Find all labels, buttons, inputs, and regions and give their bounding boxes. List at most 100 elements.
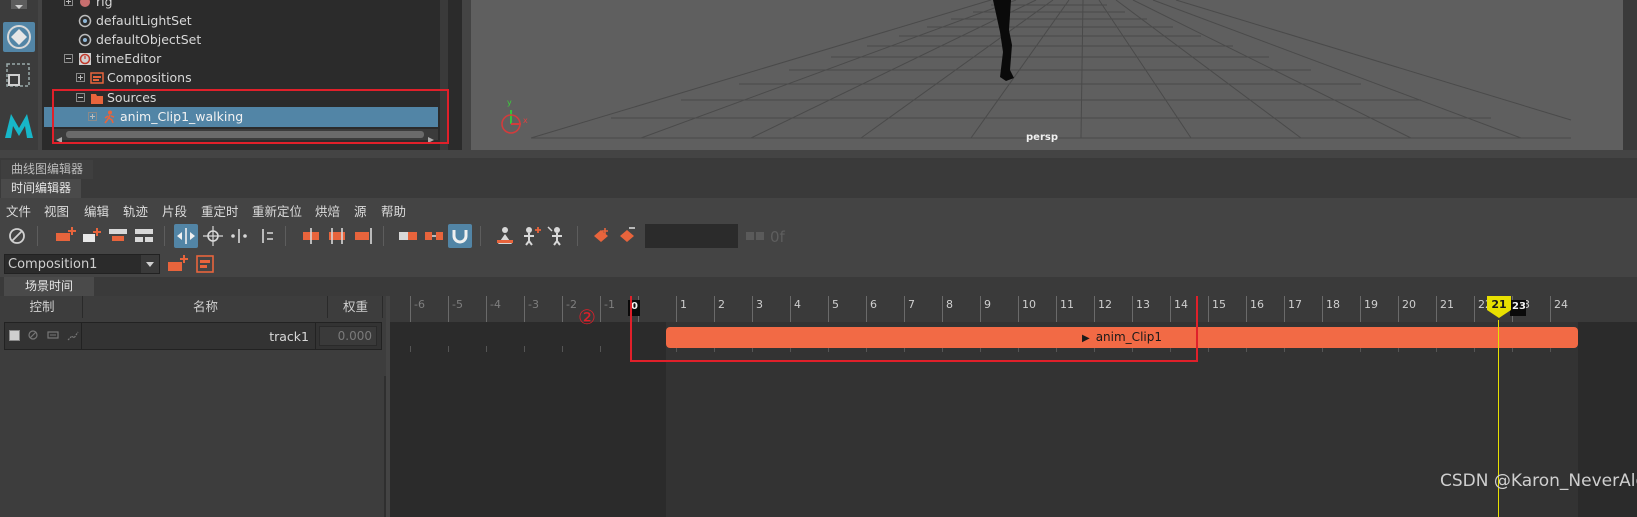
compositions-icon xyxy=(90,71,104,85)
menu-retime[interactable]: 重定时 xyxy=(201,201,239,220)
3d-viewport[interactable]: y x persp xyxy=(471,0,1623,150)
rig-icon xyxy=(78,0,92,9)
outliner-item-compositions[interactable]: Compositions xyxy=(42,68,462,88)
menu-relocate[interactable]: 重新定位 xyxy=(252,201,302,220)
outliner-item-defaultobjectset[interactable]: defaultObjectSet xyxy=(42,30,462,50)
scale-tool-icon[interactable] xyxy=(3,60,35,90)
tool-strip xyxy=(0,0,38,150)
ruler-tick xyxy=(562,296,563,322)
align-left-icon[interactable] xyxy=(299,224,323,248)
mute-all-icon[interactable] xyxy=(5,224,29,248)
highlight-box-clip xyxy=(630,296,1198,362)
playhead-marker[interactable]: 21 xyxy=(1487,296,1511,318)
group-icon[interactable] xyxy=(106,224,130,248)
ruler-tick xyxy=(600,296,601,322)
track-name[interactable]: track1 xyxy=(269,329,309,344)
maya-logo-icon xyxy=(3,110,35,140)
trim-clip-icon[interactable] xyxy=(227,224,251,248)
disabled-keyframe-icon xyxy=(743,224,767,248)
rotate-tool-icon[interactable] xyxy=(3,22,35,52)
ruler-tick-label: -6 xyxy=(414,298,425,311)
menu-clip[interactable]: 片段 xyxy=(162,201,187,220)
split-clip-icon[interactable] xyxy=(253,224,277,248)
track-list-panel: 控制 名称 权重 track1 0.000 xyxy=(0,296,386,517)
blend-icon[interactable] xyxy=(422,224,446,248)
add-character-icon[interactable] xyxy=(519,224,543,248)
scale-clip-icon[interactable] xyxy=(201,224,225,248)
ruler-tick-label: 20 xyxy=(1402,298,1416,311)
add-track-icon[interactable] xyxy=(53,224,77,248)
clock-icon xyxy=(78,52,92,66)
composition-list-icon[interactable] xyxy=(194,252,218,276)
key-icon[interactable] xyxy=(589,224,613,248)
move-clip-icon[interactable] xyxy=(174,224,198,248)
scene-time-tab-row: 场景时间 xyxy=(0,277,1637,296)
tab-scene-time[interactable]: 场景时间 xyxy=(4,277,94,296)
menu-file[interactable]: 文件 xyxy=(6,201,31,220)
tab-time-editor[interactable]: 时间编辑器 xyxy=(1,179,82,198)
menu-edit[interactable]: 编辑 xyxy=(84,201,109,220)
ungroup-icon[interactable] xyxy=(132,224,156,248)
solo-track-icon[interactable] xyxy=(67,329,79,344)
ruler-tick-label: 15 xyxy=(1212,298,1226,311)
track-checkbox[interactable] xyxy=(9,330,20,341)
frame-input-field[interactable] xyxy=(645,224,738,248)
outliner-item-label: defaultObjectSet xyxy=(96,32,202,47)
watermark: CSDN @Karon_NeverAlone xyxy=(1440,471,1637,491)
highlight-box-sources xyxy=(52,89,449,144)
ruler-tick-label: 18 xyxy=(1326,298,1340,311)
outliner-item-defaultlightset[interactable]: defaultLightSet xyxy=(42,11,462,31)
ruler-tick-label: -1 xyxy=(604,298,615,311)
key-remove-icon[interactable] xyxy=(615,224,639,248)
ruler-tick xyxy=(1436,296,1437,322)
align-center-icon[interactable] xyxy=(325,224,349,248)
composition-dropdown[interactable]: Composition1 xyxy=(4,254,160,274)
ruler-tick-label: 21 xyxy=(1440,298,1454,311)
disabled-frame-label: 0f xyxy=(770,228,785,246)
lane-gridline xyxy=(524,346,525,352)
ruler-tick-label: 19 xyxy=(1364,298,1378,311)
chevron-down-icon[interactable] xyxy=(141,255,159,273)
lane-gridline xyxy=(600,346,601,352)
menu-bake[interactable]: 烘焙 xyxy=(315,201,340,220)
header-control: 控制 xyxy=(2,296,83,318)
column-divider xyxy=(315,323,316,349)
end-marker[interactable]: 23 xyxy=(1510,300,1526,316)
mute-track-icon[interactable] xyxy=(27,329,39,344)
panel-splitter[interactable] xyxy=(384,376,386,517)
expand-icon[interactable] xyxy=(76,73,85,82)
outliner-item-timeeditor[interactable]: timeEditor xyxy=(42,49,462,69)
track-weight-field[interactable]: 0.000 xyxy=(319,326,377,346)
expand-icon[interactable] xyxy=(64,0,73,6)
ruler-tick-label: -5 xyxy=(452,298,463,311)
track-weight-value: 0.000 xyxy=(337,329,372,343)
move-tool-icon[interactable] xyxy=(3,0,35,12)
tab-curve-editor[interactable]: 曲线图编辑器 xyxy=(1,160,94,179)
add-clip-icon[interactable] xyxy=(80,224,104,248)
outliner-item-label: defaultLightSet xyxy=(96,13,192,28)
header-name: 名称 xyxy=(84,296,328,318)
timeline-panel[interactable]: -6 -5 -4 -3 -2 -1 1 2 3 4 5 6 7 8 9 10 11 12 13 14 15 16 17 18 1… xyxy=(390,296,1637,517)
camera-label: persp xyxy=(1026,132,1058,143)
ruler-tick xyxy=(410,296,411,322)
time-editor-toolbar: 0f xyxy=(0,220,1637,252)
align-right-icon[interactable] xyxy=(351,224,375,248)
axis-x-label: x xyxy=(523,116,528,125)
crossfade-icon[interactable] xyxy=(396,224,420,248)
lane-gridline xyxy=(486,346,487,352)
collapse-icon[interactable] xyxy=(64,54,73,63)
ruler-tick xyxy=(1284,296,1285,322)
snap-magnet-icon[interactable] xyxy=(448,224,472,248)
menu-track[interactable]: 轨迹 xyxy=(123,201,148,220)
create-composition-icon[interactable] xyxy=(165,252,189,276)
track-row[interactable]: track1 0.000 xyxy=(4,322,382,350)
character-icon[interactable] xyxy=(493,224,517,248)
lock-track-icon[interactable] xyxy=(47,329,59,344)
ruler-tick xyxy=(524,296,525,322)
relocate-character-icon[interactable] xyxy=(545,224,569,248)
menu-view[interactable]: 视图 xyxy=(44,201,69,220)
header-weight: 权重 xyxy=(329,296,383,318)
menu-help[interactable]: 帮助 xyxy=(381,201,406,220)
menu-source[interactable]: 源 xyxy=(354,201,367,220)
toolbar-separator xyxy=(164,226,165,246)
